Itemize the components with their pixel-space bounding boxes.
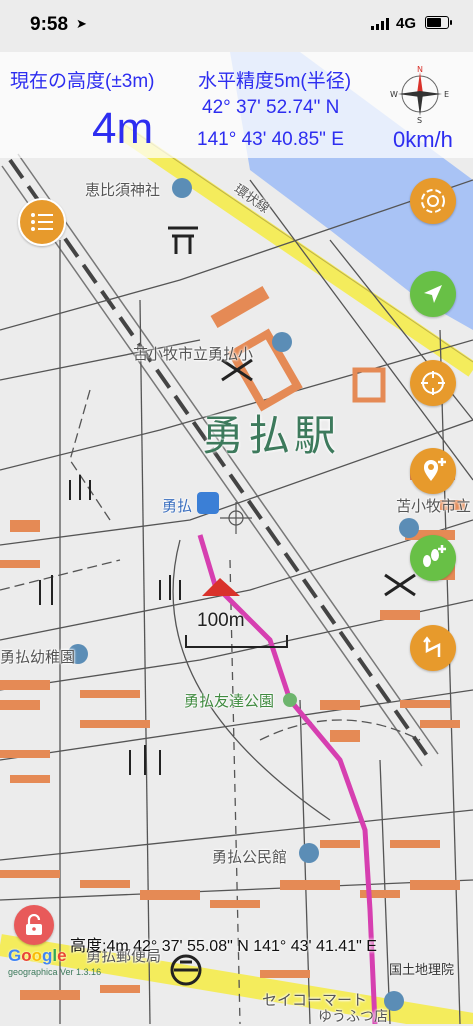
compass-icon[interactable]: N E S W <box>382 64 458 124</box>
map-pin-plus-icon <box>424 458 446 481</box>
shrine-label: 恵比須神社 <box>85 182 161 199</box>
footsteps-plus-icon <box>423 545 446 567</box>
park-label: 勇払友達公園 <box>184 693 275 710</box>
compass-s: S <box>417 116 422 124</box>
list-icon <box>31 213 53 231</box>
scale-label: 100m <box>197 610 245 631</box>
lock-button[interactable] <box>14 905 54 945</box>
compass-n: N <box>417 65 423 74</box>
community-hall-label: 勇払公民館 <box>212 849 288 866</box>
altitude-value: 4m <box>92 104 154 153</box>
status-bar: 9:58 ➤ 4G <box>0 0 473 52</box>
map-attribution: 国土地理院 <box>389 962 455 977</box>
signal-icon <box>371 18 389 30</box>
latitude-value: 42° 37' 52.74" N <box>202 97 340 118</box>
bottom-position-readout: 高度:4m 42° 37' 55.08" N 141° 43' 41.41" E <box>70 938 377 955</box>
compass-e: E <box>444 90 449 99</box>
record-track-button[interactable] <box>410 535 456 581</box>
swirl-icon <box>421 189 445 213</box>
target-button[interactable] <box>410 360 456 406</box>
add-point-button[interactable] <box>410 448 456 494</box>
network-type: 4G <box>396 15 417 32</box>
app-version: geographica Ver 1.3.16 <box>8 967 102 977</box>
store-sub-label: ゆうふつ店 <box>318 1008 388 1024</box>
battery-icon <box>425 16 452 29</box>
altitude-label: 現在の高度(±3m) <box>10 71 155 92</box>
crosshair-target-icon <box>421 371 445 395</box>
longitude-value: 141° 43' 40.85" E <box>197 129 344 150</box>
route-button[interactable] <box>410 625 456 671</box>
city-label: 苫小牧市立 <box>396 498 472 515</box>
layers-button[interactable] <box>410 178 456 224</box>
kindergarten-label: 勇払幼稚園 <box>0 649 76 666</box>
navigation-arrow-icon <box>424 285 442 303</box>
school-label: 苫小牧市立勇払小 <box>133 346 254 363</box>
compass-w: W <box>390 90 398 99</box>
accuracy-label: 水平精度5m(半径) <box>198 71 352 92</box>
speed-value: 0km/h <box>393 127 453 152</box>
google-logo: Google <box>8 946 67 965</box>
lock-icon <box>26 914 42 935</box>
menu-button[interactable] <box>18 198 66 246</box>
status-time: 9:58 <box>30 14 69 35</box>
route-icon <box>423 636 441 657</box>
station-small-label: 勇払 <box>162 498 193 515</box>
location-arrow-icon: ➤ <box>76 17 87 32</box>
station-name-label: 勇払駅 <box>202 411 341 460</box>
gps-info-panel: 現在の高度(±3m) 水平精度5m(半径) 4m 42° 37' 52.74" … <box>0 52 473 158</box>
locate-button[interactable] <box>410 271 456 317</box>
